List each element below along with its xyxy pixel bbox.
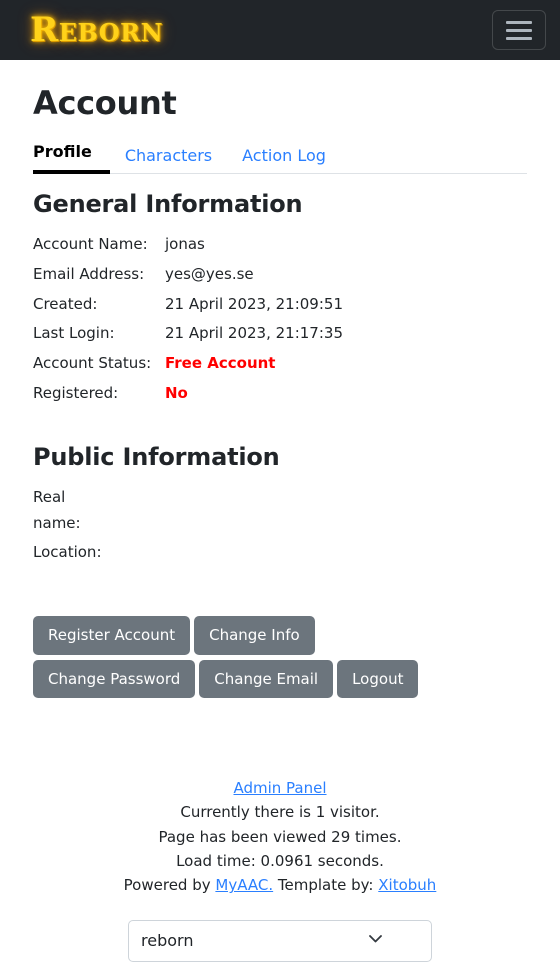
status-badge: Free Account — [165, 354, 276, 373]
navbar: Reborn — [0, 0, 560, 60]
table-row: Real name: — [33, 483, 110, 539]
tab-action-log[interactable]: Action Log — [227, 140, 341, 174]
general-information-table: Account Name: jonas Email Address: yes@y… — [33, 230, 343, 409]
location-label: Location: — [33, 543, 102, 562]
registered-label: Registered: — [33, 383, 119, 402]
change-password-button[interactable]: Change Password — [33, 659, 196, 699]
tab-profile[interactable]: Profile — [33, 136, 110, 174]
load-time: Load time: 0.0961 seconds. — [176, 852, 384, 871]
page-view-count: Page has been viewed 29 times. — [158, 827, 402, 846]
table-row: Registered: No — [33, 379, 343, 409]
main-content: Account Profile Characters Action Log Ge… — [0, 84, 560, 962]
admin-panel-link[interactable]: Admin Panel — [233, 779, 326, 797]
xitobuh-link[interactable]: Xitobuh — [378, 876, 436, 894]
template-by-prefix: Template by: — [273, 876, 379, 895]
site-logo[interactable]: Reborn — [30, 13, 163, 47]
table-row: Email Address: yes@yes.se — [33, 260, 343, 290]
account-name-label: Account Name: — [33, 235, 148, 253]
table-row: Created: 21 April 2023, 21:09:51 — [33, 290, 343, 320]
hamburger-bar-3 — [506, 36, 532, 40]
register-account-button[interactable]: Register Account — [33, 616, 191, 655]
visitor-count: Currently there is 1 visitor. — [180, 803, 380, 822]
myaac-link[interactable]: MyAAC. — [215, 876, 273, 894]
account-name-value: jonas — [165, 235, 205, 253]
last-login-label: Last Login: — [33, 324, 115, 343]
change-email-button[interactable]: Change Email — [199, 659, 334, 699]
last-login-value: 21 April 2023, 21:17:35 — [165, 324, 343, 343]
logout-button[interactable]: Logout — [337, 659, 419, 699]
tab-characters[interactable]: Characters — [110, 140, 227, 174]
table-row: Location: — [33, 538, 110, 568]
account-actions: Register Account Change Info Change Pass… — [33, 616, 473, 699]
account-status-label: Account Status: — [33, 354, 152, 373]
hamburger-menu-icon[interactable] — [492, 10, 546, 50]
public-information-table: Real name: Location: — [33, 483, 110, 568]
public-information-heading: Public Information — [33, 442, 280, 471]
created-label: Created: — [33, 294, 98, 313]
theme-select-wrapper: reborn — [33, 919, 527, 962]
email-address-label: Email Address: — [33, 264, 145, 283]
credits-line: Powered by MyAAC. Template by: Xitobuh — [33, 873, 527, 897]
table-row: Account Name: jonas — [33, 230, 343, 260]
table-row: Account Status: Free Account — [33, 349, 343, 379]
page-footer: Admin Panel Currently there is 1 visitor… — [33, 776, 527, 897]
real-name-label: Real name: — [33, 487, 81, 532]
change-info-button[interactable]: Change Info — [194, 616, 315, 655]
admin-panel-line: Admin Panel — [33, 776, 527, 800]
theme-select[interactable]: reborn — [128, 919, 432, 962]
hamburger-bar-2 — [506, 28, 532, 32]
powered-by-prefix: Powered by — [123, 876, 216, 895]
general-information-heading: General Information — [33, 190, 303, 218]
table-row: Last Login: 21 April 2023, 21:17:35 — [33, 319, 343, 349]
page-title: Account — [33, 84, 177, 122]
email-address-value: yes@yes.se — [165, 264, 254, 283]
hamburger-bar-1 — [506, 20, 532, 24]
account-tabs: Profile Characters Action Log — [33, 136, 527, 174]
created-value: 21 April 2023, 21:09:51 — [165, 294, 343, 313]
registered-value: No — [165, 383, 188, 402]
